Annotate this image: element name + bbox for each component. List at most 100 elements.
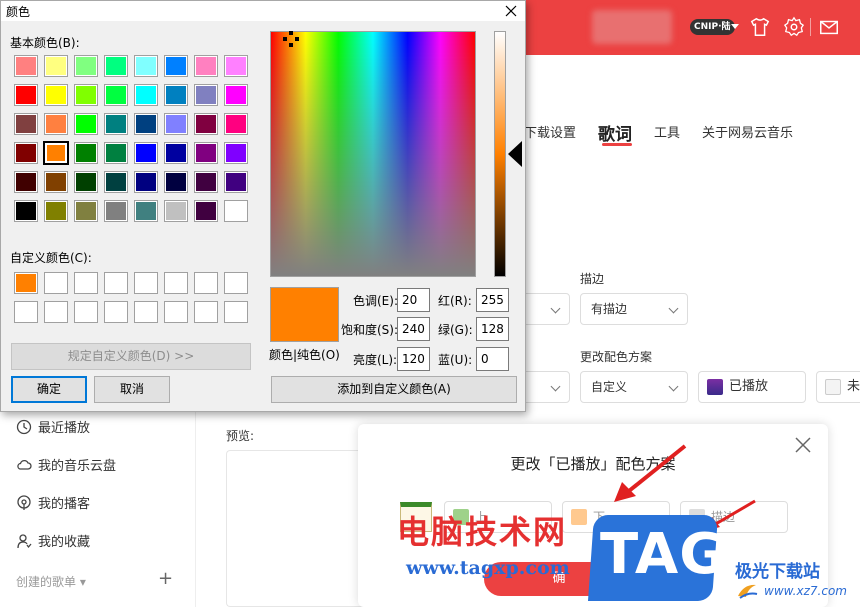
basic-color-swatch[interactable] [195, 201, 217, 221]
played-color-button[interactable]: 已播放 [698, 371, 806, 403]
basic-color-swatch[interactable] [135, 172, 157, 192]
basic-color-swatch[interactable] [225, 143, 247, 163]
basic-color-swatch[interactable] [135, 85, 157, 105]
custom-color-swatch[interactable] [75, 302, 97, 322]
basic-color-swatch[interactable] [225, 85, 247, 105]
basic-color-swatch[interactable] [195, 114, 217, 134]
tab-about[interactable]: 关于网易云音乐 [702, 122, 793, 141]
basic-color-swatch[interactable] [75, 143, 97, 163]
basic-color-swatch[interactable] [105, 56, 127, 76]
hue-input[interactable]: 20 [397, 288, 430, 312]
gear-icon[interactable] [783, 16, 805, 38]
sidebar-item-cloud[interactable]: 我的音乐云盘 [16, 455, 116, 474]
basic-color-swatch[interactable] [45, 172, 67, 192]
basic-color-swatch[interactable] [105, 201, 127, 221]
played-select-partial[interactable] [520, 371, 570, 403]
custom-color-swatch[interactable] [15, 302, 37, 322]
luminance-input[interactable]: 120 [397, 347, 430, 371]
custom-color-swatch[interactable] [45, 273, 67, 293]
basic-color-swatch[interactable] [105, 114, 127, 134]
custom-color-swatch[interactable] [135, 302, 157, 322]
basic-color-swatch[interactable] [165, 56, 187, 76]
crosshair-icon[interactable] [283, 31, 299, 47]
add-playlist-button[interactable]: + [158, 570, 173, 588]
custom-color-swatch[interactable] [225, 273, 247, 293]
basic-color-swatch[interactable] [135, 201, 157, 221]
cancel-button[interactable]: 取消 [94, 376, 170, 403]
basic-color-swatch[interactable] [45, 143, 67, 163]
custom-color-swatch[interactable] [195, 302, 217, 322]
basic-color-swatch[interactable] [105, 143, 127, 163]
custom-color-swatch[interactable] [15, 273, 37, 293]
luminance-slider[interactable] [494, 31, 506, 277]
basic-color-swatch[interactable] [15, 56, 37, 76]
font-select-partial[interactable] [520, 293, 570, 325]
basic-color-swatch[interactable] [15, 143, 37, 163]
custom-color-swatch[interactable] [45, 302, 67, 322]
basic-color-swatch[interactable] [45, 56, 67, 76]
define-custom-colors-button[interactable]: 规定自定义颜色(D) >> [11, 343, 251, 370]
basic-color-swatch[interactable] [195, 85, 217, 105]
created-playlists-header[interactable]: 创建的歌单 ▾ [16, 573, 86, 590]
basic-color-swatch[interactable] [45, 201, 67, 221]
add-to-custom-button[interactable]: 添加到自定义颜色(A) [271, 376, 517, 403]
scheme-select[interactable]: 自定义 [580, 371, 688, 403]
custom-color-swatch[interactable] [165, 273, 187, 293]
basic-color-swatch[interactable] [105, 172, 127, 192]
color-spectrum[interactable] [270, 31, 476, 277]
basic-color-swatch[interactable] [165, 85, 187, 105]
blue-input[interactable]: 0 [476, 347, 509, 371]
basic-color-swatch[interactable] [45, 85, 67, 105]
tab-lyrics[interactable]: 歌词 [598, 120, 632, 145]
vip-badge[interactable]: CNIP·陆 [690, 19, 735, 35]
tshirt-icon[interactable] [749, 16, 771, 38]
basic-color-swatch[interactable] [15, 114, 37, 134]
basic-color-swatch[interactable] [15, 85, 37, 105]
chevron-down-icon[interactable] [731, 24, 739, 29]
basic-color-swatch[interactable] [195, 56, 217, 76]
basic-color-swatch[interactable] [165, 172, 187, 192]
basic-color-swatch[interactable] [195, 143, 217, 163]
custom-color-swatch[interactable] [165, 302, 187, 322]
basic-color-swatch[interactable] [225, 114, 247, 134]
saturation-input[interactable]: 240 [397, 317, 430, 341]
custom-color-swatch[interactable] [105, 302, 127, 322]
sidebar-item-favorites[interactable]: 我的收藏 [16, 531, 90, 550]
ok-button[interactable]: 确定 [11, 376, 87, 403]
basic-color-swatch[interactable] [75, 56, 97, 76]
custom-color-swatch[interactable] [135, 273, 157, 293]
basic-color-swatch[interactable] [225, 56, 247, 76]
basic-color-swatch[interactable] [105, 85, 127, 105]
basic-color-swatch[interactable] [165, 143, 187, 163]
red-input[interactable]: 255 [476, 288, 509, 312]
tab-tools[interactable]: 工具 [654, 122, 680, 141]
basic-color-swatch[interactable] [75, 201, 97, 221]
basic-color-swatch[interactable] [75, 172, 97, 192]
basic-color-swatch[interactable] [75, 85, 97, 105]
sidebar-item-podcast[interactable]: 我的播客 [16, 493, 90, 512]
sidebar-item-recent[interactable]: 最近播放 [16, 417, 90, 436]
luminance-arrow-icon[interactable] [508, 141, 522, 167]
custom-color-swatch[interactable] [105, 273, 127, 293]
basic-color-swatch[interactable] [165, 201, 187, 221]
green-input[interactable]: 128 [476, 317, 509, 341]
basic-color-swatch[interactable] [15, 201, 37, 221]
custom-color-swatch[interactable] [195, 273, 217, 293]
custom-color-swatch[interactable] [75, 273, 97, 293]
unplayed-color-button[interactable]: 未播 [816, 371, 860, 403]
basic-color-swatch[interactable] [225, 201, 247, 221]
basic-color-swatch[interactable] [75, 114, 97, 134]
stroke-select[interactable]: 有描边 [580, 293, 688, 325]
close-icon[interactable] [794, 436, 812, 454]
basic-color-swatch[interactable] [45, 114, 67, 134]
basic-color-swatch[interactable] [135, 114, 157, 134]
basic-color-swatch[interactable] [225, 172, 247, 192]
basic-color-swatch[interactable] [195, 172, 217, 192]
mail-icon[interactable] [818, 16, 840, 38]
basic-color-swatch[interactable] [135, 56, 157, 76]
basic-color-swatch[interactable] [135, 143, 157, 163]
close-icon[interactable] [503, 3, 519, 19]
custom-color-swatch[interactable] [225, 302, 247, 322]
basic-color-swatch[interactable] [15, 172, 37, 192]
tab-download-settings[interactable]: 下载设置 [524, 122, 576, 141]
